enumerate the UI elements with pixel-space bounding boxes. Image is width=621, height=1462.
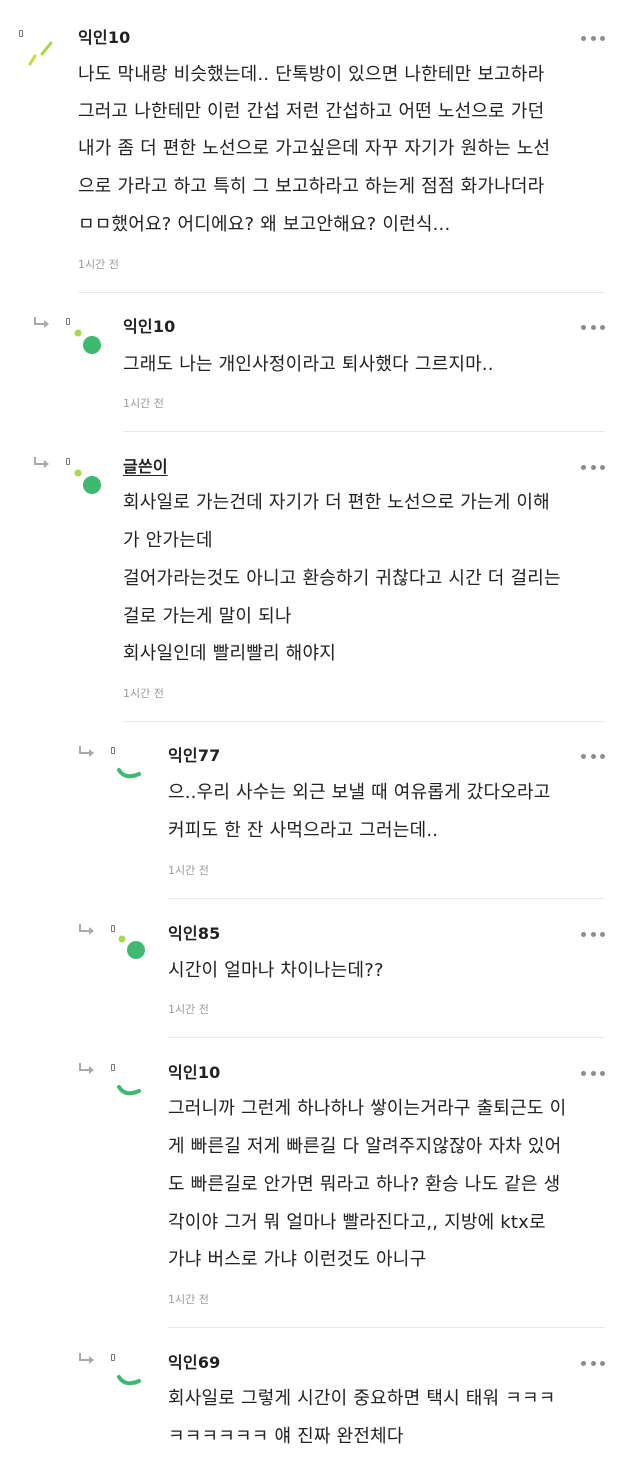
comment-author-writer[interactable]: 글쓴이	[123, 457, 168, 477]
more-options-icon[interactable]	[581, 34, 605, 42]
divider	[78, 292, 605, 293]
comment-line: 그러니까 그런게 하나하나 쌓이는거라구 출퇴근도 이	[168, 1098, 567, 1119]
avatar	[117, 1085, 141, 1096]
comment-time: 1시간 전	[168, 1003, 209, 1016]
comment-author[interactable]: 익인77	[168, 746, 221, 766]
comment-line: 각이야 그거 뭐 얼마나 빨라진다고,, 지방에 ktx로	[168, 1212, 546, 1233]
comment-line: 으..우리 사수는 외근 보낼 때 여유롭게 갔다오라고	[168, 782, 551, 803]
reply-arrow-icon	[34, 457, 49, 468]
comment-line: 걸어가라는것도 아니고 환승하기 귀찮다고 시간 더 걸리는	[123, 568, 561, 589]
divider	[168, 1327, 605, 1328]
comment-line: 도 빠른길로 안가면 뭐라고 하나? 환승 나도 같은 생	[168, 1174, 561, 1195]
divider	[168, 1037, 605, 1038]
level-badge-icon	[111, 925, 115, 932]
comment-time: 1시간 전	[123, 397, 164, 410]
more-options-icon[interactable]	[581, 1069, 605, 1077]
more-options-icon[interactable]	[581, 1359, 605, 1367]
comment-line: 으로 가라고 하고 특히 그 보고하라고 하는게 점점 화가나더라	[78, 176, 545, 197]
comment-line: 커피도 한 잔 사먹으라고 그러는데..	[168, 820, 439, 841]
level-badge-icon	[66, 458, 70, 465]
more-options-icon[interactable]	[581, 930, 605, 938]
comment-line: 내가 좀 더 편한 노선으로 가고싶은데 자꾸 자기가 원하는 노선	[78, 138, 551, 159]
reply-arrow-icon	[79, 1063, 94, 1074]
comment-line: 회사일로 가는건데 자기가 더 편한 노선으로 가는게 이해	[123, 492, 550, 513]
comment-line: 걸로 가는게 말이 되나	[123, 606, 292, 627]
level-badge-icon	[66, 318, 70, 325]
divider	[123, 431, 605, 432]
comment-line: 나도 막내랑 비슷했는데.. 단톡방이 있으면 나한테만 보고하라	[78, 64, 545, 85]
more-options-icon[interactable]	[581, 463, 605, 471]
divider	[123, 721, 605, 722]
comment-line: 게 빠른길 저게 빠른길 다 알려주지않잖아 자차 있어	[168, 1136, 562, 1157]
comment-author[interactable]: 익인10	[168, 1063, 221, 1083]
comment-line: 그래도 나는 개인사정이라고 퇴사했다 그르지마..	[123, 354, 494, 375]
avatar	[28, 41, 53, 66]
comment-line: 회사일로 그렇게 시간이 중요하면 택시 태워 ㅋㅋㅋ	[168, 1388, 556, 1409]
comment-time: 1시간 전	[123, 687, 164, 700]
reply-arrow-icon	[79, 1353, 94, 1364]
avatar	[117, 768, 141, 779]
avatar	[74, 329, 101, 354]
comment-line: ㅋㅋㅋㅋㅋㅋ 얘 진짜 완전체다	[168, 1426, 404, 1447]
comment-time: 1시간 전	[78, 258, 119, 271]
reply-arrow-icon	[79, 924, 94, 935]
comment-time: 1시간 전	[168, 864, 209, 877]
comment-line: 회사일인데 빨리빨리 해야지	[123, 643, 336, 664]
comment-line: 시간이 얼마나 차이나는데??	[168, 960, 384, 981]
avatar	[117, 1375, 141, 1386]
comment-author[interactable]: 익인69	[168, 1353, 221, 1373]
comment-line: 가냐 버스로 가냐 이런것도 아니구	[168, 1249, 427, 1270]
comment-time: 1시간 전	[168, 1293, 209, 1306]
avatar	[118, 935, 145, 959]
comment-line: ㅁㅁ했어요? 어디에요? 왜 보고안해요? 이런식...	[78, 214, 451, 235]
comment-author[interactable]: 익인10	[78, 28, 131, 48]
level-badge-icon	[19, 30, 23, 37]
reply-arrow-icon	[79, 746, 94, 757]
divider	[168, 898, 605, 899]
reply-arrow-icon	[34, 317, 49, 328]
avatar	[74, 469, 101, 494]
comment-line: 그러고 나한테만 이런 간섭 저런 간섭하고 어떤 노선으로 가던	[78, 101, 545, 122]
comment-author[interactable]: 익인85	[168, 924, 221, 944]
comment-author[interactable]: 익인10	[123, 317, 176, 337]
comment-line: 가 안가는데	[123, 530, 213, 551]
more-options-icon[interactable]	[581, 323, 605, 331]
more-options-icon[interactable]	[581, 752, 605, 760]
